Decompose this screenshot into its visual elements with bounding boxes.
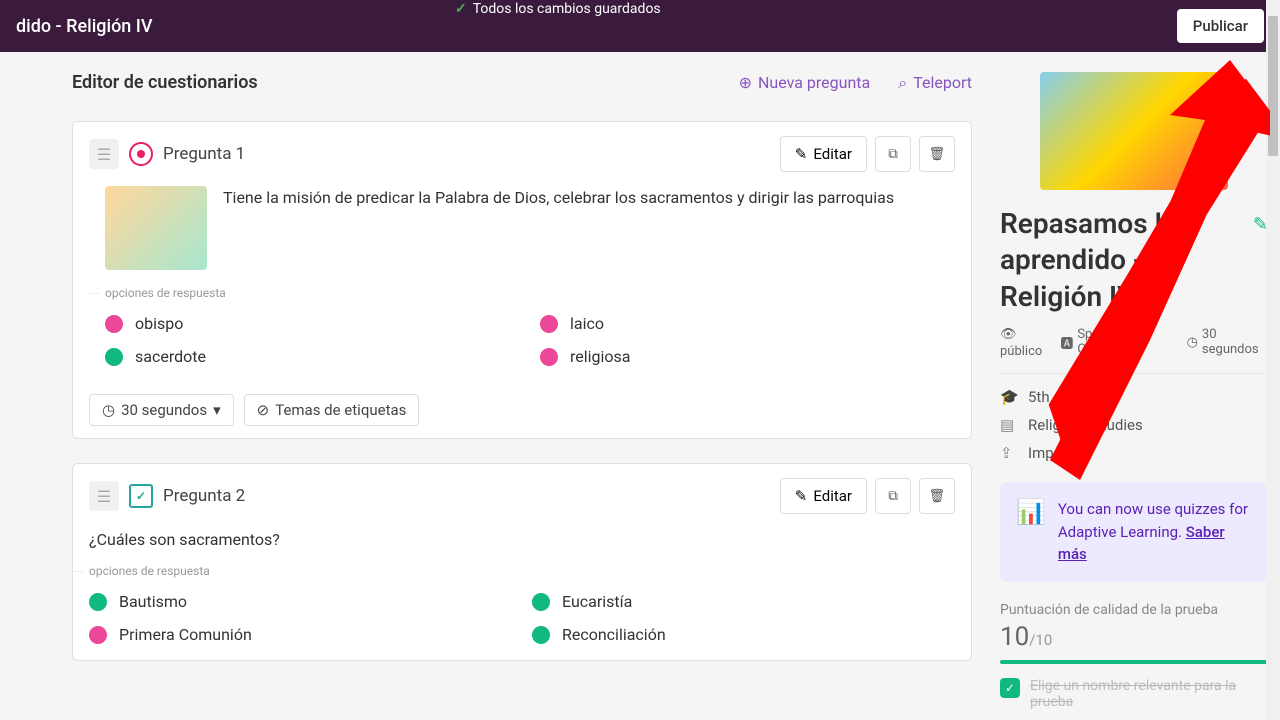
question-text: Tiene la misión de predicar la Palabra d… <box>223 186 894 270</box>
copy-button[interactable]: ⧉ <box>875 136 911 172</box>
book-icon: ▤ <box>1000 416 1018 434</box>
answer-option: Bautismo <box>89 592 512 611</box>
scrollbar-track <box>1266 0 1280 720</box>
answer-option: Primera Comunión <box>89 625 512 644</box>
option-dot <box>532 626 550 644</box>
answer-option: sacerdote <box>105 347 520 366</box>
answer-option: Reconciliación <box>532 625 955 644</box>
option-dot <box>540 315 558 333</box>
option-dot <box>540 348 558 366</box>
pencil-icon: ✎ <box>795 145 808 163</box>
publish-button[interactable]: Publicar <box>1177 9 1264 43</box>
delete-button[interactable]: 🗑 <box>919 478 955 514</box>
subject-row[interactable]: ▤ Religious Studies <box>1000 416 1268 434</box>
plus-circle-icon: ⊕ <box>739 73 752 92</box>
teleport-button[interactable]: ⌕ Teleport <box>898 73 972 93</box>
question-text: ¿Cuáles son sacramentos? <box>89 528 955 552</box>
sidebar-panel: Repasamos lo aprendido - Religión IV ✎ 👁… <box>988 52 1280 720</box>
language-icon: 🅰 <box>1060 333 1073 352</box>
new-question-button[interactable]: ⊕ Nueva pregunta <box>739 73 871 93</box>
option-dot <box>532 593 550 611</box>
copy-icon: ⧉ <box>888 489 898 504</box>
answer-option: Eucaristía <box>532 592 955 611</box>
answer-option: obispo <box>105 314 520 333</box>
tags-chip[interactable]: ⊘ Temas de etiquetas <box>244 394 420 426</box>
editor-panel: Editor de cuestionarios ⊕ Nueva pregunta… <box>0 52 988 720</box>
answer-option: laico <box>540 314 955 333</box>
copy-button[interactable]: ⧉ <box>875 478 911 514</box>
score-progress-bar <box>1000 660 1268 664</box>
drag-handle-icon[interactable]: ☰ <box>89 481 119 511</box>
option-dot <box>89 593 107 611</box>
search-icon: ⌕ <box>898 73 907 93</box>
pencil-icon: ✎ <box>795 487 808 505</box>
check-icon: ✓ <box>455 1 467 17</box>
question-label: Pregunta 2 <box>163 486 245 506</box>
duration-meta[interactable]: ◷30 segundos <box>1187 327 1268 359</box>
adaptive-learning-info: 📊 You can now use quizzes for Adaptive L… <box>1000 482 1268 582</box>
language-meta[interactable]: 🅰Spanish; Castilian <box>1060 327 1168 359</box>
answer-option: religiosa <box>540 347 955 366</box>
chart-icon: 📊 <box>1016 498 1046 566</box>
question-card: ☰ ✓ Pregunta 2 ✎ Editar ⧉ 🗑 ¿Cuáles son … <box>72 463 972 661</box>
visibility-meta[interactable]: 👁 público <box>1000 327 1042 359</box>
edit-button[interactable]: ✎ Editar <box>780 136 867 172</box>
quality-score: Puntuación de calidad de la prueba 10/10… <box>1000 602 1268 710</box>
drag-handle-icon[interactable]: ☰ <box>89 139 119 169</box>
graduation-icon: 🎓 <box>1000 388 1018 406</box>
page-title: dido - Religión IV <box>16 16 153 37</box>
clock-icon: ◷ <box>102 401 115 419</box>
copy-icon: ⧉ <box>888 147 898 162</box>
app-header: dido - Religión IV ✓ Todos los cambios g… <box>0 0 1280 52</box>
editor-title: Editor de cuestionarios <box>72 72 258 93</box>
question-thumbnail <box>105 186 207 270</box>
options-label: opciones de respuesta <box>89 564 955 578</box>
question-label: Pregunta 1 <box>163 144 245 164</box>
scrollbar-thumb[interactable] <box>1268 16 1278 156</box>
tag-icon: ⊘ <box>257 401 270 419</box>
clock-icon: ◷ <box>1187 335 1198 350</box>
checkbox-type-icon: ✓ <box>129 484 153 508</box>
delete-button[interactable]: 🗑 <box>919 136 955 172</box>
import-row[interactable]: ⇪ Importar <box>1000 444 1268 462</box>
grade-row[interactable]: 🎓 5th curso <box>1000 388 1268 406</box>
check-icon: ✓ <box>1000 678 1020 698</box>
eye-icon: 👁 <box>1000 327 1017 342</box>
quiz-title: Repasamos lo aprendido - Religión IV <box>1000 206 1245 315</box>
upload-icon: ⇪ <box>1000 444 1018 462</box>
quiz-thumbnail[interactable] <box>1040 72 1228 190</box>
edit-button[interactable]: ✎ Editar <box>780 478 867 514</box>
trash-icon: 🗑 <box>929 489 946 504</box>
question-card: ☰ Pregunta 1 ✎ Editar ⧉ 🗑 Tiene la misió… <box>72 121 972 439</box>
save-status: ✓ Todos los cambios guardados <box>455 0 661 18</box>
chevron-down-icon: ▾ <box>213 401 221 419</box>
option-dot <box>105 348 123 366</box>
option-dot <box>105 315 123 333</box>
time-chip[interactable]: ◷ 30 segundos ▾ <box>89 394 234 426</box>
radio-type-icon <box>129 142 153 166</box>
options-label: opciones de respuesta <box>105 286 955 300</box>
option-dot <box>89 626 107 644</box>
trash-icon: 🗑 <box>929 147 946 162</box>
